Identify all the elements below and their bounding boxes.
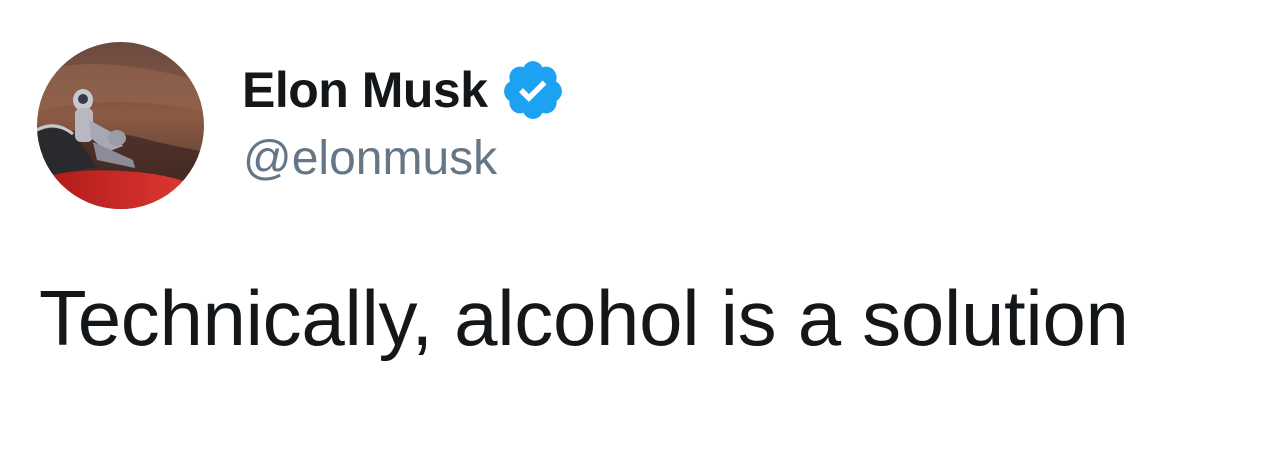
avatar[interactable] <box>37 42 204 209</box>
author-handle[interactable]: @elonmusk <box>243 135 497 183</box>
author-name-row[interactable]: Elon Musk <box>242 55 566 125</box>
author-display-name[interactable]: Elon Musk <box>242 65 488 115</box>
avatar-image <box>37 42 204 209</box>
tweet-text: Technically, alcohol is a solution <box>39 274 1129 362</box>
tweet-card: Elon Musk @elonmusk Technically, alcohol… <box>0 0 1280 461</box>
verified-badge-icon <box>500 57 566 123</box>
